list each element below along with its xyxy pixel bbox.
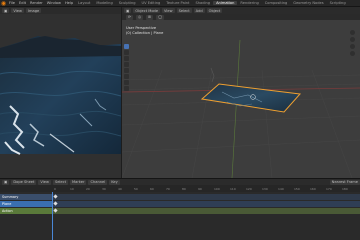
select-menu[interactable]: Select xyxy=(52,179,69,185)
dopesheet-header: ▣ Dope Sheet View Select Marker Channel … xyxy=(0,178,360,185)
frame-tick: 70 xyxy=(166,186,170,191)
tab-uv-editing[interactable]: UV Editing xyxy=(139,1,164,5)
tab-shading[interactable]: Shading xyxy=(192,1,213,5)
menu-file[interactable]: File xyxy=(7,1,17,5)
menu-edit[interactable]: Edit xyxy=(17,1,28,5)
3d-viewport[interactable]: User Perspective (0) Collection | Plane xyxy=(122,20,360,178)
light-icon xyxy=(210,67,215,83)
timeline-ruler[interactable]: 0 10 20 30 40 50 60 70 80 90 100 110 120… xyxy=(0,185,360,192)
object-mode-dropdown[interactable]: Object Mode xyxy=(133,8,161,13)
image-editor-header: ▣ View Image xyxy=(0,7,121,14)
tab-modeling[interactable]: Modeling xyxy=(93,1,115,5)
select-menu[interactable]: Select xyxy=(176,8,192,13)
add-menu[interactable]: Add xyxy=(193,8,205,13)
water-texture-image xyxy=(0,14,121,178)
frame-tick: 180 xyxy=(342,186,348,191)
view-menu[interactable]: View xyxy=(11,8,24,13)
snapping-dropdown[interactable]: Nearest Frame xyxy=(329,179,360,185)
frame-tick: 0 xyxy=(54,186,56,191)
frame-tick: 40 xyxy=(118,186,122,191)
view-menu[interactable]: View xyxy=(38,179,51,185)
frame-tick: 90 xyxy=(198,186,202,191)
image-editor-canvas[interactable] xyxy=(0,14,121,178)
channel-label: Summary xyxy=(0,194,52,200)
pivot-point-icon[interactable]: ◎ xyxy=(136,14,144,20)
tab-layout[interactable]: Layout xyxy=(75,1,93,5)
dopesheet-mode-dropdown[interactable]: Dope Sheet xyxy=(11,179,37,185)
tab-geometry-nodes[interactable]: Geometry Nodes xyxy=(290,1,326,5)
frame-tick: 110 xyxy=(230,186,236,191)
frame-tick: 170 xyxy=(326,186,332,191)
view-menu[interactable]: View xyxy=(162,8,175,13)
tab-scripting[interactable]: Scripting xyxy=(327,1,349,5)
proportional-edit-icon[interactable]: ◯ xyxy=(156,14,165,20)
tab-compositing[interactable]: Compositing xyxy=(262,1,291,5)
key-menu[interactable]: Key xyxy=(109,179,120,185)
viewport-header: ▣ Object Mode View Select Add Object xyxy=(122,7,360,14)
channel-menu[interactable]: Channel xyxy=(88,179,108,185)
frame-tick: 140 xyxy=(278,186,284,191)
channel-label: Action xyxy=(0,208,52,214)
frame-tick: 150 xyxy=(294,186,300,191)
snap-icon[interactable]: ⊞ xyxy=(146,14,154,20)
channel-label: Plane xyxy=(0,201,52,207)
frame-tick: 20 xyxy=(86,186,90,191)
frame-tick: 160 xyxy=(310,186,316,191)
tab-rendering[interactable]: Rendering xyxy=(237,1,261,5)
top-menu-bar: ◉ File Edit Render Window Help Layout Mo… xyxy=(0,0,360,7)
frame-tick: 100 xyxy=(214,186,220,191)
frame-tick: 10 xyxy=(70,186,74,191)
menu-render[interactable]: Render xyxy=(28,1,45,5)
frame-tick: 50 xyxy=(134,186,138,191)
object-menu[interactable]: Object xyxy=(206,8,223,13)
blender-logo-icon[interactable]: ◉ xyxy=(0,0,7,7)
frame-tick: 130 xyxy=(262,186,268,191)
editor-type-button[interactable]: ▣ xyxy=(2,8,10,13)
tab-texture-paint[interactable]: Texture Paint xyxy=(163,1,192,5)
transform-orientation-icon[interactable]: ⟳ xyxy=(126,14,134,20)
menu-window[interactable]: Window xyxy=(45,1,63,5)
frame-tick: 120 xyxy=(246,186,252,191)
marker-menu[interactable]: Marker xyxy=(70,179,87,185)
frame-tick: 30 xyxy=(102,186,106,191)
editor-type-button[interactable]: ▣ xyxy=(124,8,132,13)
frame-tick: 60 xyxy=(150,186,154,191)
tab-sculpting[interactable]: Sculpting xyxy=(116,1,139,5)
selected-plane-object[interactable] xyxy=(122,20,360,178)
tab-animation[interactable]: Animation xyxy=(213,1,238,5)
frame-tick: 80 xyxy=(182,186,186,191)
menu-help[interactable]: Help xyxy=(63,1,75,5)
dopesheet-channels[interactable]: Summary Plane Action xyxy=(0,192,360,240)
editor-type-button[interactable]: ▣ xyxy=(2,179,10,185)
image-menu[interactable]: Image xyxy=(25,8,42,13)
playhead-line[interactable] xyxy=(52,192,53,240)
